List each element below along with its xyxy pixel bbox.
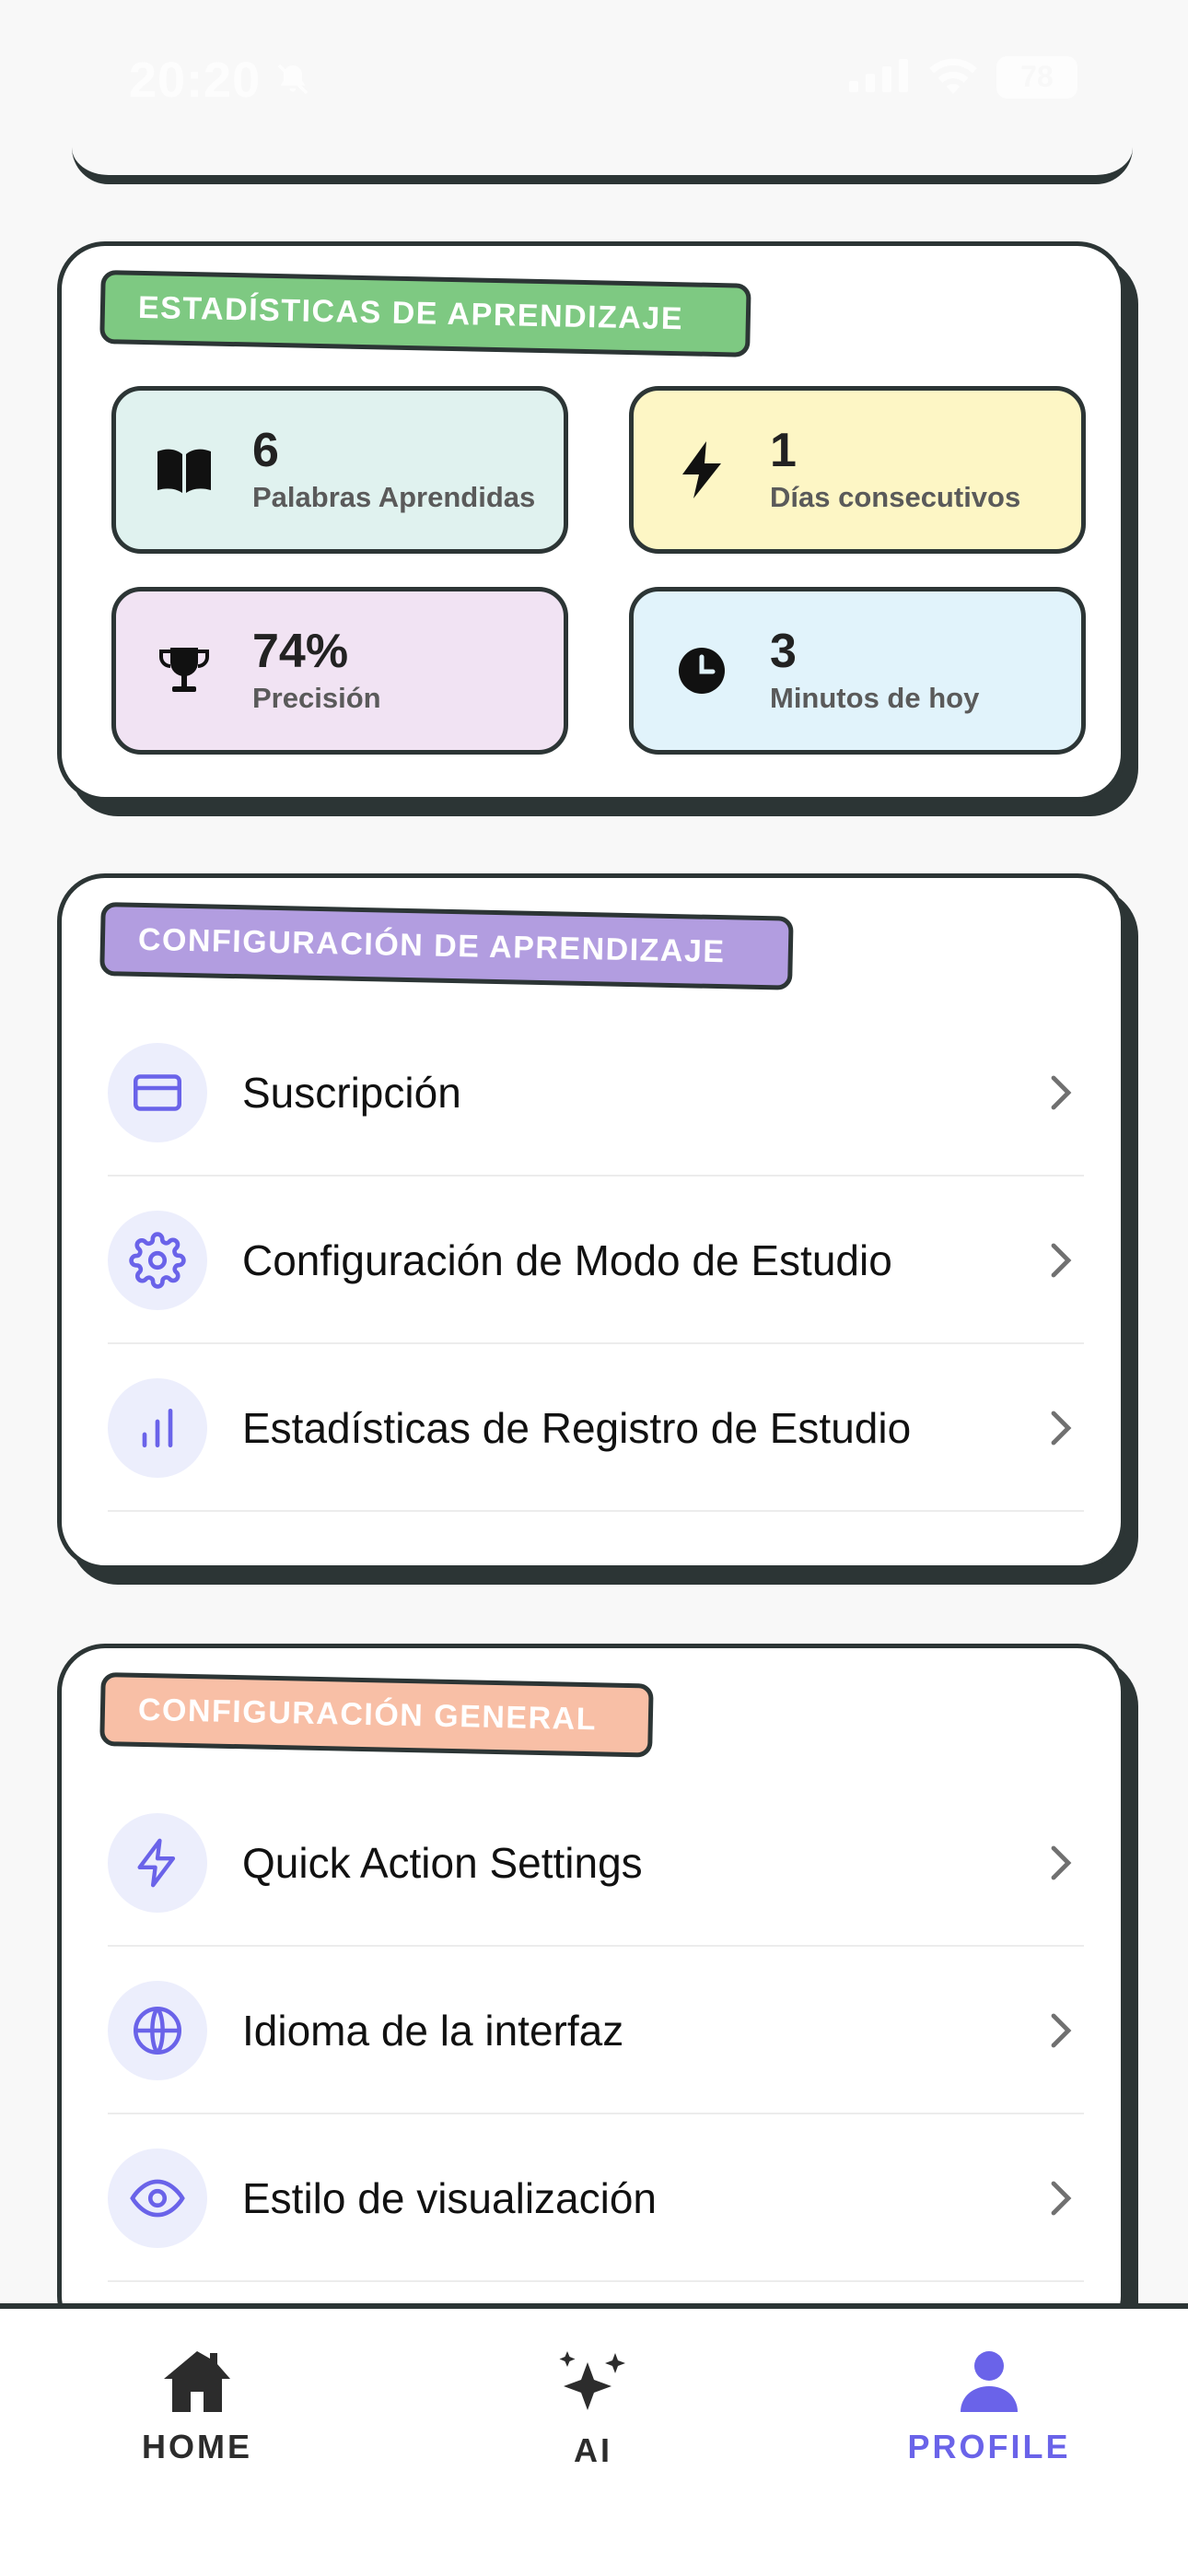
- credit-card-icon: [108, 1043, 207, 1142]
- gear-icon: [108, 1211, 207, 1310]
- home-icon: [162, 2349, 232, 2418]
- stat-label: Minutos de hoy: [770, 682, 980, 715]
- menu-item-label: Configuración de Modo de Estudio: [242, 1236, 892, 1284]
- learning-config-tag: CONFIGURACIÓN DE APRENDIZAJE: [99, 902, 794, 990]
- nav-tab-label: HOME: [142, 2428, 252, 2465]
- stat-value: 3: [770, 624, 797, 678]
- learning-config-card: CONFIGURACIÓN DE APRENDIZAJE Suscripción…: [57, 873, 1125, 1570]
- menu-item-subscription[interactable]: Suscripción: [108, 1009, 1084, 1177]
- stat-streak-days: 1 Días consecutivos: [629, 386, 1086, 554]
- chevron-right-icon: [1043, 2012, 1080, 2049]
- eye-icon: [108, 2149, 207, 2248]
- nav-tab-profile[interactable]: PROFILE: [869, 2349, 1109, 2466]
- nav-tab-label: AI: [574, 2431, 612, 2469]
- sparkles-icon: [556, 2349, 630, 2422]
- battery-indicator: 78: [996, 55, 1077, 99]
- menu-item-display-style[interactable]: Estilo de visualización: [108, 2114, 1084, 2282]
- chevron-right-icon: [1043, 1074, 1080, 1111]
- cellular-signal-icon: [849, 57, 910, 97]
- bottom-nav: HOME AI PROFILE: [0, 2303, 1188, 2576]
- stat-value: 1: [770, 423, 797, 477]
- clock-icon: [665, 646, 739, 696]
- menu-item-label: Estilo de visualización: [242, 2174, 658, 2222]
- wifi-icon: [926, 55, 980, 99]
- general-config-card: CONFIGURACIÓN GENERAL Quick Action Setti…: [57, 1644, 1125, 2344]
- user-icon: [957, 2349, 1021, 2418]
- learning-stats-card: ESTADÍSTICAS DE APRENDIZAJE 6 Palabras A…: [57, 241, 1125, 802]
- menu-item-label: Idioma de la interfaz: [242, 2007, 624, 2055]
- bolt-icon: [665, 441, 739, 498]
- bar-chart-icon: [108, 1378, 207, 1478]
- nav-tab-ai[interactable]: AI: [473, 2349, 713, 2470]
- general-config-tag: CONFIGURACIÓN GENERAL: [99, 1672, 654, 1758]
- stat-accuracy: 74% Precisión: [111, 587, 568, 755]
- menu-item-quick-actions[interactable]: Quick Action Settings: [108, 1779, 1084, 1947]
- stat-value: 74%: [252, 624, 349, 678]
- globe-icon: [108, 1981, 207, 2080]
- chevron-right-icon: [1043, 1844, 1080, 1881]
- stat-label: Palabras Aprendidas: [252, 481, 536, 514]
- chevron-right-icon: [1043, 1242, 1080, 1279]
- stat-label: Días consecutivos: [770, 481, 1021, 514]
- stat-words-learned: 6 Palabras Aprendidas: [111, 386, 568, 554]
- menu-item-label: Suscripción: [242, 1069, 461, 1117]
- learning-stats-tag: ESTADÍSTICAS DE APRENDIZAJE: [99, 270, 751, 357]
- menu-item-label: Quick Action Settings: [242, 1839, 643, 1887]
- menu-item-interface-language[interactable]: Idioma de la interfaz: [108, 1947, 1084, 2114]
- stat-label: Precisión: [252, 682, 381, 715]
- stat-value: 6: [252, 423, 279, 477]
- chevron-right-icon: [1043, 2180, 1080, 2217]
- status-time: 20:20: [129, 53, 262, 108]
- chevron-right-icon: [1043, 1410, 1080, 1446]
- trophy-icon: [147, 644, 221, 697]
- nav-tab-home[interactable]: HOME: [77, 2349, 317, 2466]
- previous-card-edge: [72, 111, 1133, 184]
- menu-item-study-mode[interactable]: Configuración de Modo de Estudio: [108, 1177, 1084, 1344]
- menu-item-study-stats[interactable]: Estadísticas de Registro de Estudio: [108, 1344, 1084, 1512]
- stat-minutes-today: 3 Minutos de hoy: [629, 587, 1086, 755]
- book-icon: [147, 446, 221, 494]
- bell-muted-icon: [274, 61, 311, 102]
- lightning-icon: [108, 1813, 207, 1913]
- status-indicators: 78: [849, 55, 1077, 99]
- menu-item-label: Estadísticas de Registro de Estudio: [242, 1404, 912, 1452]
- nav-tab-label: PROFILE: [907, 2428, 1071, 2465]
